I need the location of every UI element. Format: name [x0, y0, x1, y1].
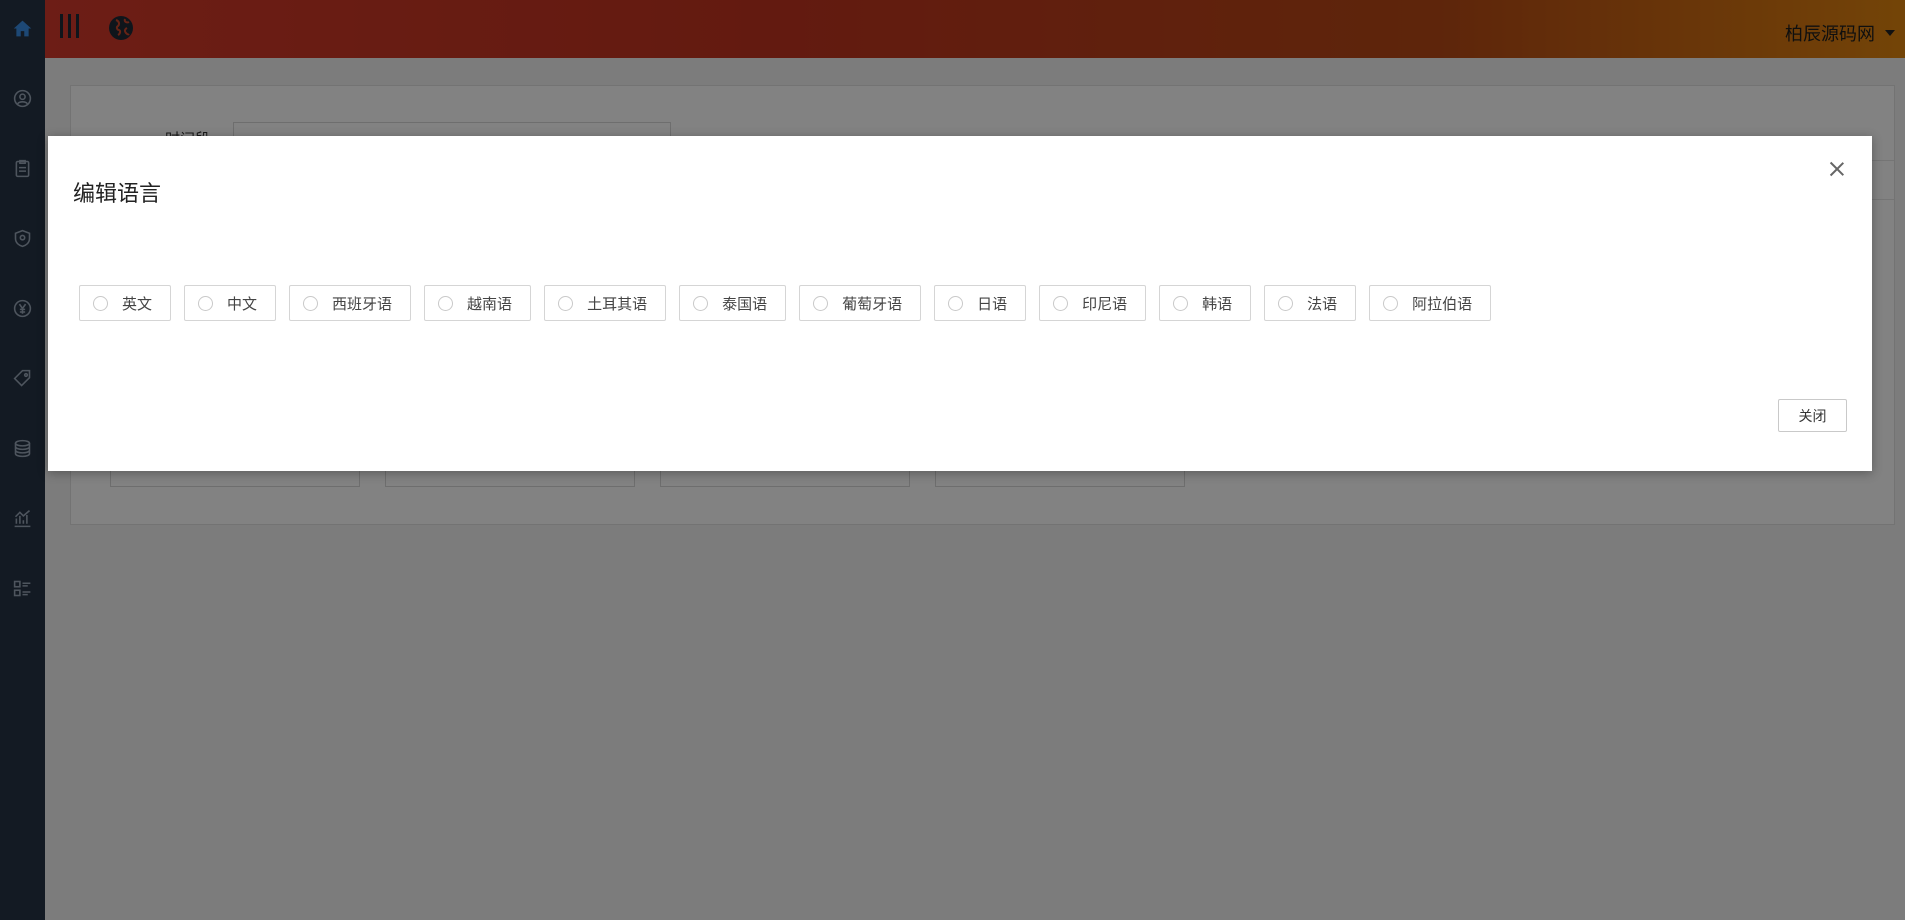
language-label: 英文: [122, 294, 153, 313]
language-option[interactable]: 英文: [79, 285, 172, 321]
language-option[interactable]: 阿拉伯语: [1369, 285, 1492, 321]
language-label: 法语: [1307, 294, 1338, 313]
language-label: 泰国语: [722, 294, 768, 313]
language-option[interactable]: 日语: [934, 285, 1027, 321]
radio-circle[interactable]: [813, 295, 829, 311]
language-option[interactable]: 韩语: [1159, 285, 1252, 321]
language-label: 土耳其语: [587, 294, 648, 313]
language-label: 西班牙语: [332, 294, 393, 313]
language-option[interactable]: 西班牙语: [289, 285, 412, 321]
radio-circle[interactable]: [693, 295, 709, 311]
radio-circle[interactable]: [198, 295, 214, 311]
language-label: 越南语: [467, 294, 513, 313]
language-option[interactable]: 印尼语: [1039, 285, 1147, 321]
language-option[interactable]: 法语: [1264, 285, 1357, 321]
language-label: 韩语: [1202, 294, 1233, 313]
language-option[interactable]: 土耳其语: [544, 285, 667, 321]
radio-circle[interactable]: [1053, 295, 1069, 311]
language-option[interactable]: 泰国语: [679, 285, 787, 321]
close-icon[interactable]: [1826, 158, 1848, 180]
language-option[interactable]: 葡萄牙语: [799, 285, 922, 321]
edit-language-modal: 编辑语言 英文 中文 西班牙语 越南语 土耳其语 泰国语 葡萄牙语 日语 印尼语…: [48, 136, 1872, 471]
radio-circle[interactable]: [1383, 295, 1399, 311]
language-option[interactable]: 越南语: [424, 285, 532, 321]
language-radio-group: 英文 中文 西班牙语 越南语 土耳其语 泰国语 葡萄牙语 日语 印尼语 韩语 法…: [79, 285, 1492, 321]
close-button[interactable]: 关闭: [1778, 399, 1847, 432]
radio-circle[interactable]: [438, 295, 454, 311]
radio-circle[interactable]: [303, 295, 319, 311]
language-label: 葡萄牙语: [842, 294, 903, 313]
radio-circle[interactable]: [948, 295, 964, 311]
language-label: 日语: [977, 294, 1008, 313]
modal-title: 编辑语言: [73, 182, 162, 207]
radio-circle[interactable]: [1173, 295, 1189, 311]
language-label: 中文: [227, 294, 258, 313]
radio-circle[interactable]: [1278, 295, 1294, 311]
radio-circle[interactable]: [93, 295, 108, 311]
language-label: 印尼语: [1082, 294, 1128, 313]
language-option[interactable]: 中文: [184, 285, 277, 321]
radio-circle[interactable]: [558, 295, 574, 311]
language-label: 阿拉伯语: [1412, 294, 1473, 313]
